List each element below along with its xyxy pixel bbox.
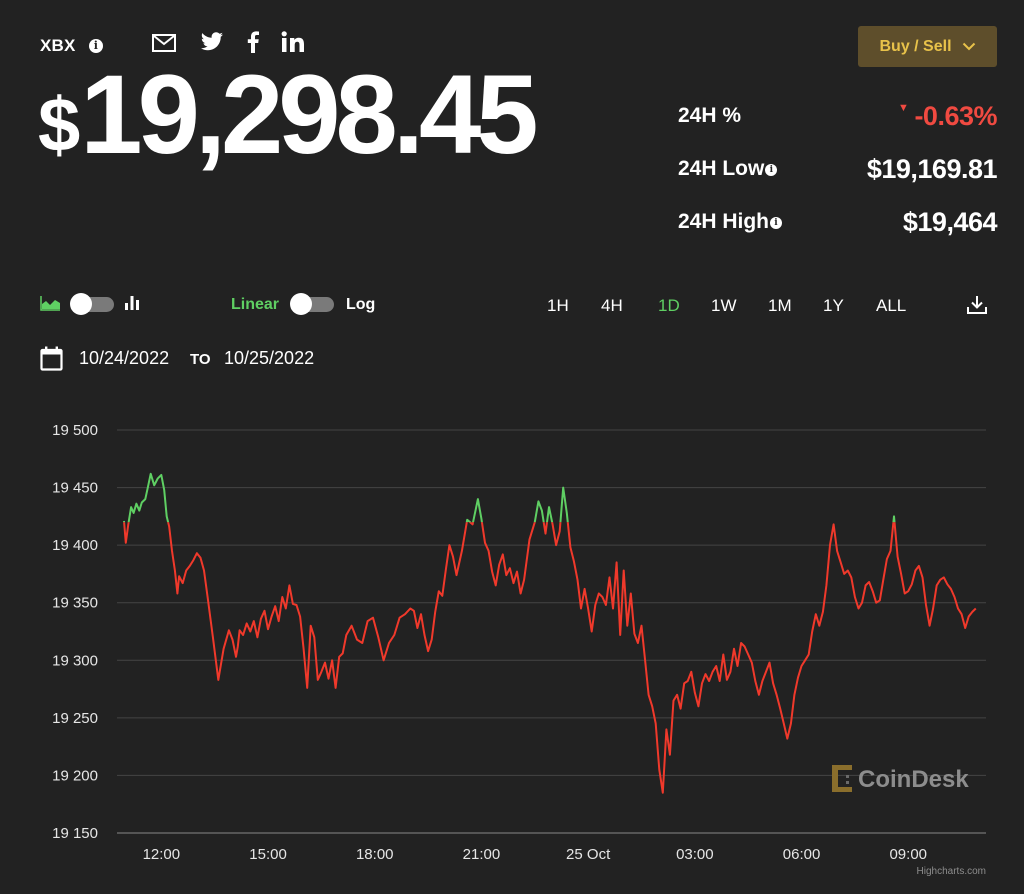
buy-sell-button[interactable]: Buy / Sell <box>858 26 997 67</box>
buy-sell-label: Buy / Sell <box>879 37 952 55</box>
x-tick-label: 09:00 <box>889 846 927 863</box>
price-value: 19,298.45 <box>80 52 538 177</box>
grid-lines <box>117 429 986 834</box>
stat-24h-high-value: $19,464 <box>902 207 998 237</box>
stat-24h-high-label: 24H High i <box>678 210 783 234</box>
y-tick-label: 19 250 <box>52 710 98 727</box>
area-chart-icon[interactable] <box>40 295 61 316</box>
scale-toggle[interactable] <box>290 293 334 315</box>
range-button-4h[interactable]: 4H <box>601 296 623 316</box>
ticker-label: XBX <box>40 36 76 55</box>
price-line-below-threshold <box>123 522 977 794</box>
price-currency: $ <box>38 83 81 168</box>
y-tick-label: 19 200 <box>52 767 98 784</box>
y-tick-label: 19 400 <box>52 537 98 554</box>
current-price: $19,298.45 <box>38 52 539 186</box>
range-button-all[interactable]: ALL <box>876 296 906 316</box>
date-from[interactable]: 10/24/2022 <box>79 348 169 369</box>
stat-24h-change-label: 24H % <box>678 104 742 127</box>
x-tick-label: 06:00 <box>783 846 821 863</box>
coindesk-watermark: CoinDesk <box>832 765 969 793</box>
watermark-text: CoinDesk <box>858 766 969 793</box>
y-tick-label: 19 500 <box>52 422 98 439</box>
x-tick-label: 21:00 <box>463 846 501 863</box>
ticker-symbol: XBX i <box>40 36 103 56</box>
x-tick-label: 15:00 <box>249 846 287 863</box>
bar-chart-icon[interactable] <box>124 295 140 316</box>
chevron-down-icon <box>962 38 976 56</box>
x-tick-label: 18:00 <box>356 846 394 863</box>
down-triangle-icon: ▼ <box>898 102 909 114</box>
range-button-1w[interactable]: 1W <box>711 296 737 316</box>
chart-type-toggle[interactable] <box>70 293 114 315</box>
info-icon[interactable]: i <box>770 217 783 229</box>
y-tick-label: 19 300 <box>52 652 98 669</box>
range-button-1d[interactable]: 1D <box>658 296 680 316</box>
range-button-1m[interactable]: 1M <box>768 296 792 316</box>
date-to-label: TO <box>190 351 211 368</box>
y-tick-label: 19 350 <box>52 595 98 612</box>
info-icon[interactable]: i <box>89 39 103 53</box>
toggle-knob <box>290 293 312 315</box>
x-tick-label: 03:00 <box>676 846 714 863</box>
coindesk-logo-icon <box>832 765 852 792</box>
x-axis: 12:00 15:00 18:00 21:00 25 Oct 03:00 06:00 09:0… <box>143 846 927 863</box>
scale-log-label[interactable]: Log <box>346 296 375 314</box>
price-chart[interactable]: 19 150 19 200 19 250 19 300 19 350 19 400 19 4… <box>0 400 1024 894</box>
y-tick-label: 19 150 <box>52 825 98 842</box>
y-axis: 19 150 19 200 19 250 19 300 19 350 19 400 19 4… <box>52 422 98 842</box>
info-icon[interactable]: i <box>765 164 778 176</box>
range-button-1y[interactable]: 1Y <box>823 296 844 316</box>
scale-linear-label[interactable]: Linear <box>231 296 279 314</box>
highcharts-credits[interactable]: Highcharts.com <box>917 866 986 877</box>
calendar-icon[interactable] <box>40 346 63 376</box>
toggle-knob <box>70 293 92 315</box>
stat-24h-low-label: 24H Low i <box>678 157 778 181</box>
range-button-1h[interactable]: 1H <box>547 296 569 316</box>
date-to[interactable]: 10/25/2022 <box>224 348 314 369</box>
stat-24h-low-value: $19,169.81 <box>866 154 998 184</box>
download-icon[interactable] <box>966 295 988 320</box>
y-tick-label: 19 450 <box>52 480 98 497</box>
stat-24h-change-value: ▼ -0.63% <box>898 101 997 131</box>
x-tick-label: 25 Oct <box>566 846 611 863</box>
price-line-above-threshold <box>123 472 896 523</box>
x-tick-label: 12:00 <box>143 846 181 863</box>
